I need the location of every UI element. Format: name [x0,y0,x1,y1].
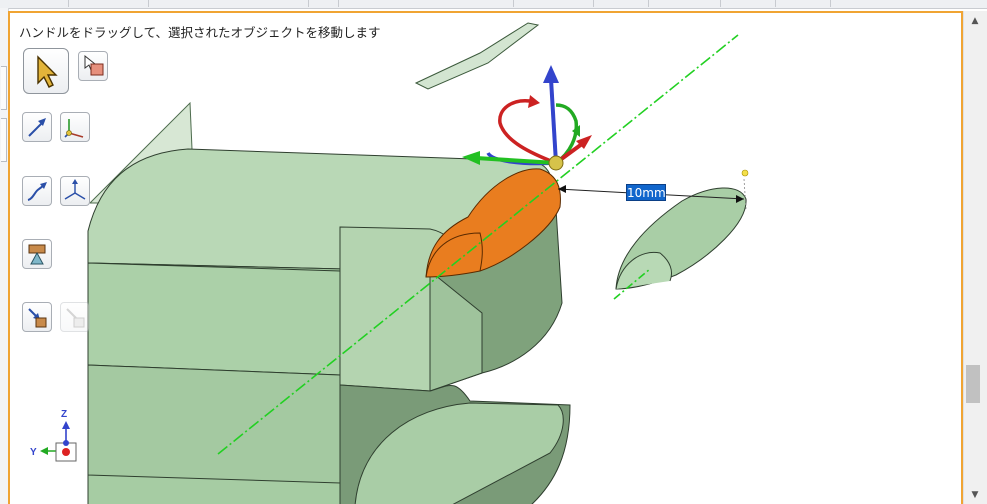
scroll-up-arrow[interactable]: ▲ [969,15,981,27]
ribbon-tab[interactable] [775,0,831,7]
diagonal-arrow-icon [28,118,46,137]
triad-x-dot [62,448,70,456]
body-lower-panel [87,364,341,484]
triad-y-label: Y [30,447,37,458]
pull-arrow-icon [28,308,47,328]
panel-collapse-tab[interactable] [1,66,7,110]
select-tool-button[interactable] [23,48,69,94]
ribbon-tab[interactable] [148,0,309,7]
axis-arrow-icon [64,119,84,138]
ribbon-tab[interactable] [648,0,721,7]
triad-z-label: Z [61,409,67,420]
dimension-value-box[interactable]: 10mm [626,184,666,201]
anchor-block-icon [28,244,46,265]
hint-text: ハンドルをドラッグして、選択されたオブジェクトを移動します [19,25,381,40]
ribbon-tab[interactable] [720,0,776,7]
ribbon-tab[interactable] [593,0,649,7]
rotate-x-handle [498,99,557,165]
disabled-tool-button [60,302,90,332]
axes-arrows-icon [64,179,86,200]
ribbon-tab[interactable] [0,0,69,7]
axis-triad: Z Y [30,409,77,462]
ribbon-tab[interactable] [513,0,594,7]
panel-collapse-tab[interactable] [1,118,7,162]
curved-arrow-icon [27,182,47,201]
anchor-tool-button[interactable] [22,239,52,269]
select-face-tool-button[interactable] [78,51,108,81]
ghost-tool-icon [66,308,85,328]
move-z-handle [549,78,558,164]
scroll-down-arrow[interactable]: ▼ [969,489,981,501]
move-to-point-tool-button[interactable] [60,176,90,206]
model-scene[interactable] [10,13,963,504]
pull-tool-button[interactable] [22,302,52,332]
ribbon-tab[interactable] [308,0,339,7]
surface-sliver [414,22,540,90]
vertical-scrollbar[interactable]: ▲ ▼ [963,11,987,504]
ribbon-tab-strip [0,0,987,9]
move-along-curve-tool-button[interactable] [22,176,52,206]
arrow-cursor-icon [37,55,58,88]
gizmo-center-handle [548,155,564,171]
cursor-box-icon [84,54,104,76]
body-upper-panel [87,262,341,376]
design-viewport[interactable]: ハンドルをドラッグして、選択されたオブジェクトを移動します 10mm Z Y [8,11,963,504]
ribbon-tab[interactable] [338,0,514,7]
move-along-axis-tool-button[interactable] [60,112,90,142]
scroll-thumb[interactable] [966,365,980,403]
move-along-vector-tool-button[interactable] [22,112,52,142]
ribbon-tab[interactable] [68,0,149,7]
